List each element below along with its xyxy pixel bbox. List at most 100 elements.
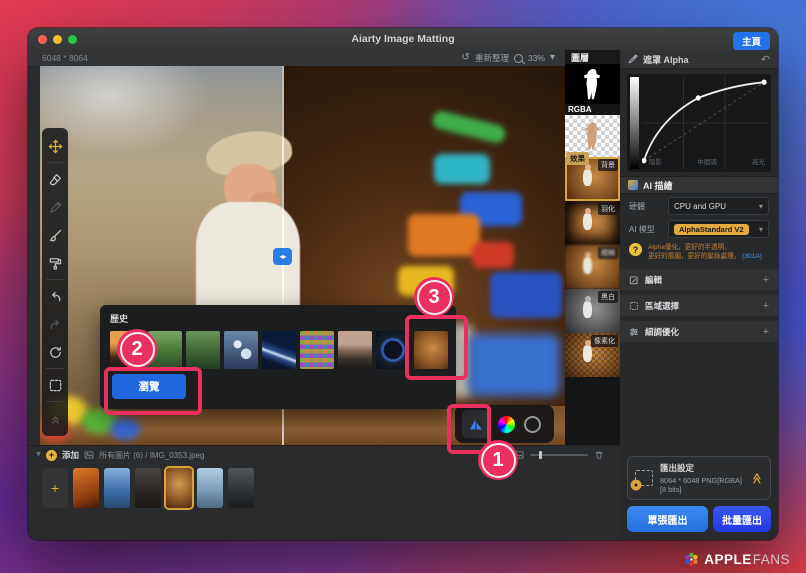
reset-icon[interactable] — [42, 338, 68, 366]
filmstrip-thumbnail-selected[interactable] — [166, 468, 192, 508]
add-image-tile[interactable]: + — [42, 468, 68, 508]
effect-label: 模糊 — [598, 247, 618, 259]
hardware-value: CPU and GPU — [674, 201, 727, 211]
section-finetune-label: 細調優化 — [645, 326, 680, 337]
filmstrip-thumbnail[interactable] — [135, 468, 161, 508]
history-thumbnail[interactable] — [338, 331, 372, 369]
thumbnail-size-slider[interactable] — [530, 451, 588, 459]
section-edit[interactable]: 編輯 + — [620, 269, 778, 291]
effect-label: 黑白 — [598, 291, 618, 303]
redo-icon[interactable] — [42, 310, 68, 338]
collapse-tools-icon[interactable] — [42, 404, 68, 432]
zoom-chevron-icon[interactable]: ▾ — [550, 53, 555, 63]
image-size-label: 6048 * 8064 — [42, 53, 88, 63]
filmstrip-thumbnail[interactable] — [228, 468, 254, 508]
axis-highlights: 高光 — [752, 159, 765, 166]
eraser-tool-icon[interactable] — [42, 165, 68, 193]
roller-tool-icon[interactable] — [42, 249, 68, 277]
filmstrip-panel: ▾ + 添加 所有圖片 (6) / IMG_0353.jpeg + — [28, 445, 620, 540]
trash-icon[interactable] — [594, 450, 604, 460]
refresh-label[interactable]: 重新整理 — [475, 52, 509, 64]
annotation-step-2: 2 — [117, 329, 157, 369]
curve-reset-icon[interactable]: ↶ — [761, 53, 770, 66]
move-tool-icon[interactable] — [42, 132, 68, 160]
ai-matting-header[interactable]: AI 描繪 — [620, 176, 778, 194]
history-thumbnail[interactable] — [300, 331, 334, 369]
filmstrip-thumbnail[interactable] — [73, 468, 99, 508]
curve-gradient-strip — [630, 77, 639, 169]
add-image-icon[interactable]: + — [46, 449, 58, 461]
watermark-light: FANS — [752, 552, 790, 567]
effect-thumbnail-pixelate[interactable]: 像素化 — [565, 333, 620, 377]
edit-icon — [629, 276, 638, 285]
zoom-lens-icon[interactable] — [513, 53, 523, 63]
filmstrip-thumbnail[interactable] — [104, 468, 130, 508]
ai-model-select[interactable]: AlphaStandard V2 ▾ — [668, 220, 769, 238]
section-region-select[interactable]: 區域選擇 + — [620, 295, 778, 317]
history-thumbnail[interactable] — [224, 331, 258, 369]
effect-label: 像素化 — [591, 335, 618, 347]
lego-blob — [434, 154, 490, 184]
expand-plus-icon[interactable]: + — [763, 274, 769, 286]
effect-label: 背景 — [598, 159, 618, 171]
expand-plus-icon[interactable]: + — [763, 326, 769, 338]
watermark: APPLE FANS — [684, 552, 790, 567]
export-settings-box[interactable]: 匯出設定 8064 * 6048 PNG[RGBA][8 bits] ≪ — [627, 456, 771, 500]
curve-axis-labels: 陰影 中間調 高光 — [649, 156, 765, 166]
zoom-level[interactable]: 33% — [528, 53, 545, 63]
filmstrip-thumbnails: + — [28, 464, 620, 508]
history-thumbnail[interactable] — [186, 331, 220, 369]
export-settings-title: 匯出設定 — [660, 463, 695, 473]
rgba-label: RGBA — [565, 104, 620, 115]
photo-icon — [84, 451, 94, 459]
ring-icon[interactable] — [524, 415, 541, 433]
axis-shadows: 陰影 — [649, 159, 662, 166]
history-thumbnail[interactable] — [262, 331, 296, 369]
refresh-icon[interactable]: ↺ — [462, 53, 470, 63]
export-settings-icon — [632, 470, 653, 489]
lego-blob — [408, 214, 480, 256]
section-finetune[interactable]: 細調優化 + — [620, 321, 778, 343]
chevron-down-icon: ▾ — [758, 201, 763, 211]
layers-panel: 圖層 RGBA 效果 背景 羽化 模糊 黑白 像素化 — [565, 50, 620, 445]
home-button[interactable]: 主頁 — [732, 31, 770, 50]
marquee-select-icon[interactable] — [42, 371, 68, 399]
color-wheel-icon[interactable] — [498, 415, 515, 433]
mask-alpha-header: 遮罩 Alpha ↶ — [620, 50, 778, 69]
undo-icon[interactable] — [42, 282, 68, 310]
effect-thumbnail-bw[interactable]: 黑白 — [565, 289, 620, 333]
axis-midtones: 中間調 — [697, 159, 717, 166]
batch-export-button[interactable]: 批量匯出 — [713, 506, 771, 532]
compare-slider-handle[interactable]: ◂▸ — [273, 248, 292, 265]
section-edit-label: 編輯 — [645, 274, 663, 285]
brush-tool-icon[interactable] — [42, 221, 68, 249]
filmstrip-collapse-icon[interactable]: ▾ — [36, 450, 41, 460]
titlebar: Aiarty Image Matting 主頁 — [28, 28, 778, 51]
annotation-box-2 — [104, 367, 202, 415]
annotation-step-3: 3 — [414, 277, 454, 317]
model-hint-link[interactable]: (301A) — [742, 253, 762, 260]
pen-tool-icon[interactable] — [42, 193, 68, 221]
right-panel: 遮罩 Alpha ↶ 陰影 中間調 高光 AI 描繪 硬體 CPU and GP… — [620, 50, 778, 540]
expand-export-icon[interactable]: ≪ — [751, 472, 764, 484]
model-hint-row: ? Alpha優化，更好的半透明， 更好的摳圖，更好的髮絲處理。 (301A) — [620, 240, 778, 264]
lego-blob — [472, 242, 514, 268]
effects-tag: 效果 — [566, 152, 589, 165]
filmstrip-thumbnail[interactable] — [197, 468, 223, 508]
alpha-curve-editor[interactable]: 陰影 中間調 高光 — [627, 74, 771, 172]
effect-thumbnail-blur[interactable]: 模糊 — [565, 245, 620, 289]
export-settings-detail: 8064 * 6048 PNG[RGBA][8 bits] — [660, 476, 742, 494]
hardware-select[interactable]: CPU and GPU ▾ — [668, 197, 769, 215]
app-window: Aiarty Image Matting 主頁 6048 * 8064 ↺ 重新… — [28, 28, 778, 540]
help-icon[interactable]: ? — [629, 243, 642, 256]
expand-plus-icon[interactable]: + — [763, 300, 769, 312]
ai-model-row: AI 模型 AlphaStandard V2 ▾ — [620, 217, 778, 240]
effect-thumbnail-feather[interactable]: 羽化 — [565, 201, 620, 245]
rgba-cutout-thumbnail[interactable] — [565, 115, 620, 157]
annotation-box-3 — [405, 315, 468, 380]
ai-model-value: AlphaStandard V2 — [674, 223, 749, 235]
single-export-button[interactable]: 單張匯出 — [627, 506, 709, 532]
lego-blob — [490, 272, 562, 318]
alpha-mask-thumbnail[interactable] — [565, 64, 620, 104]
add-image-label[interactable]: 添加 — [62, 449, 79, 461]
